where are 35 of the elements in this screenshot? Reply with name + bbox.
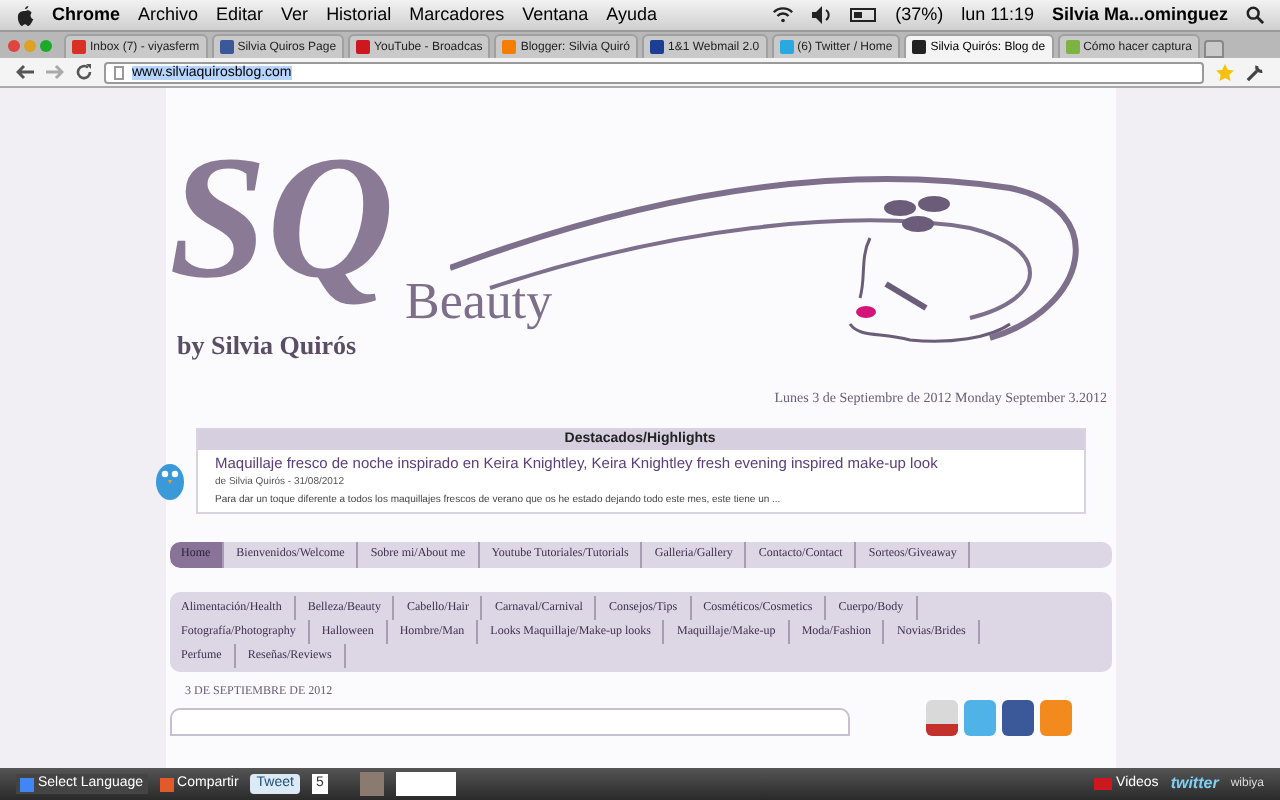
avatar-placeholder[interactable] bbox=[359, 772, 384, 796]
menu-item[interactable]: Ventana bbox=[522, 1, 589, 29]
user-name[interactable]: Silvia Ma...ominguez bbox=[1051, 1, 1228, 29]
site-icon bbox=[912, 40, 927, 54]
menu-item[interactable]: Ver bbox=[281, 1, 309, 29]
wrench-icon[interactable] bbox=[1246, 63, 1264, 81]
site-icon bbox=[650, 40, 665, 54]
site-icon bbox=[356, 40, 371, 54]
star-icon[interactable] bbox=[1216, 63, 1234, 81]
logo-initials: SQ bbox=[169, 132, 394, 308]
twitter-button[interactable]: twitter bbox=[1170, 772, 1219, 796]
menu-item[interactable]: Editar bbox=[216, 1, 264, 29]
app-menu[interactable]: Chrome bbox=[52, 1, 121, 29]
site-icon bbox=[502, 40, 517, 54]
site-icon bbox=[72, 40, 86, 54]
page-icon bbox=[114, 65, 124, 79]
menu-item[interactable]: Archivo bbox=[138, 1, 199, 29]
site-icon bbox=[779, 40, 794, 54]
menu-item[interactable]: Ayuda bbox=[606, 1, 658, 29]
menu-item[interactable]: Marcadores bbox=[409, 1, 505, 29]
logo-byline: by Silvia Quirós bbox=[177, 332, 357, 358]
reload-icon[interactable] bbox=[76, 64, 92, 80]
battery-percent: (37%) bbox=[895, 1, 944, 28]
profile-field[interactable] bbox=[395, 772, 456, 796]
battery-icon[interactable] bbox=[849, 8, 878, 22]
site-icon bbox=[1065, 40, 1080, 54]
speaker-icon[interactable] bbox=[811, 6, 832, 24]
back-icon[interactable] bbox=[16, 64, 34, 80]
logo-word: Beauty bbox=[405, 276, 553, 328]
menu-item[interactable]: Historial bbox=[326, 1, 392, 29]
apple-icon[interactable] bbox=[16, 5, 34, 25]
site-icon bbox=[219, 40, 234, 54]
search-icon[interactable] bbox=[1246, 6, 1264, 24]
wifi-icon[interactable] bbox=[771, 6, 794, 24]
clock[interactable]: lun 11:19 bbox=[961, 1, 1034, 29]
